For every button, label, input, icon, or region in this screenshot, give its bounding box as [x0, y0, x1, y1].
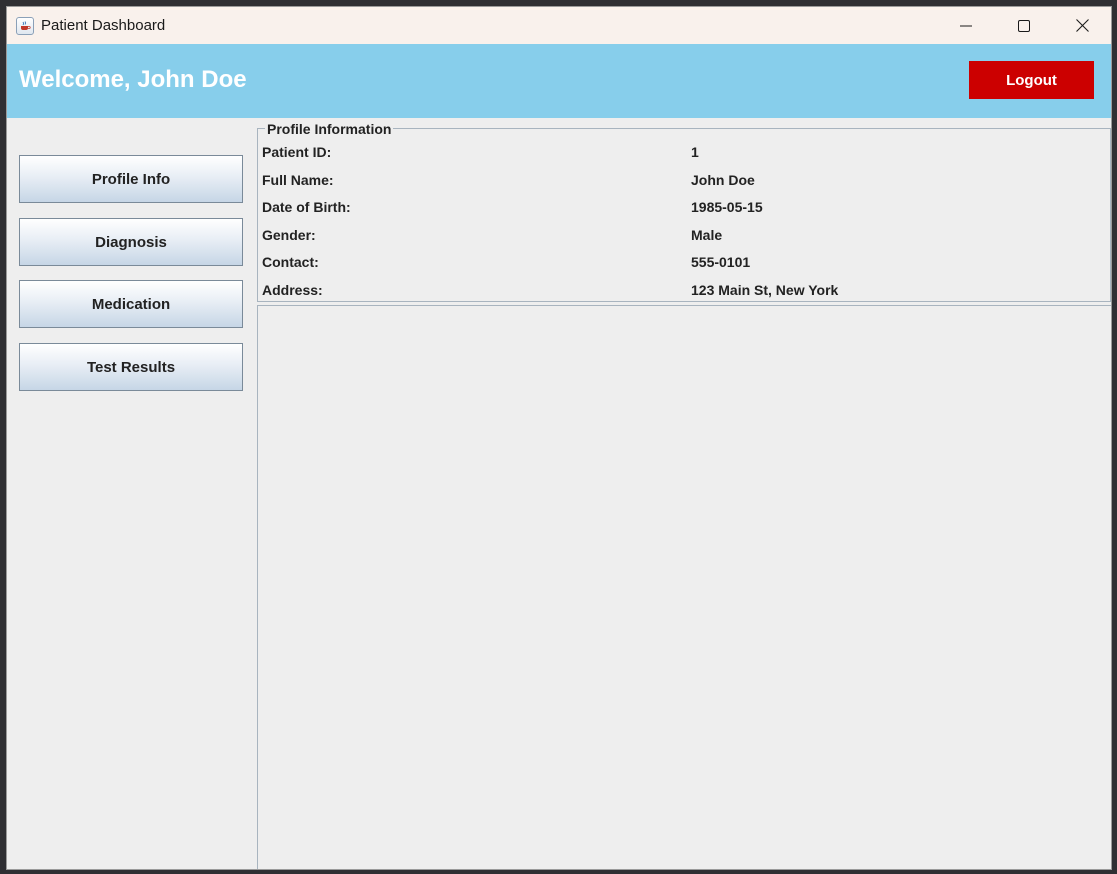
header-bar: Welcome, John Doe Logout	[7, 44, 1111, 118]
contact-label: Contact:	[262, 254, 319, 270]
full-name-value: John Doe	[691, 172, 755, 188]
logout-button[interactable]: Logout	[969, 61, 1094, 99]
maximize-button[interactable]	[995, 7, 1053, 44]
date-of-birth-value: 1985-05-15	[691, 199, 763, 215]
gender-label: Gender:	[262, 227, 316, 243]
address-label: Address:	[262, 282, 323, 298]
details-content-area[interactable]	[257, 305, 1111, 869]
profile-info-button[interactable]: Profile Info	[19, 155, 243, 203]
profile-information-legend: Profile Information	[265, 121, 394, 137]
window-title: Patient Dashboard	[41, 17, 166, 34]
minimize-icon	[960, 25, 972, 26]
profile-information-panel	[257, 128, 1111, 302]
close-icon	[1075, 19, 1089, 32]
java-cup-icon	[16, 16, 34, 35]
medication-button[interactable]: Medication	[19, 280, 243, 328]
close-button[interactable]	[1053, 7, 1111, 44]
maximize-icon	[1018, 19, 1030, 32]
address-value: 123 Main St, New York	[691, 282, 839, 298]
minimize-button[interactable]	[937, 7, 995, 44]
patient-dashboard-window: Patient Dashboard Welcome, John Doe Logo…	[6, 6, 1112, 870]
patient-id-label: Patient ID:	[262, 144, 332, 160]
window-controls	[937, 7, 1111, 44]
date-of-birth-label: Date of Birth:	[262, 199, 351, 215]
title-bar[interactable]: Patient Dashboard	[7, 7, 1111, 44]
gender-value: Male	[691, 227, 723, 243]
diagnosis-button[interactable]: Diagnosis	[19, 218, 243, 266]
test-results-button[interactable]: Test Results	[19, 343, 243, 391]
patient-id-value: 1	[691, 144, 699, 160]
contact-value: 555-0101	[691, 254, 751, 270]
welcome-heading: Welcome, John Doe	[19, 66, 247, 93]
full-name-label: Full Name:	[262, 172, 334, 188]
